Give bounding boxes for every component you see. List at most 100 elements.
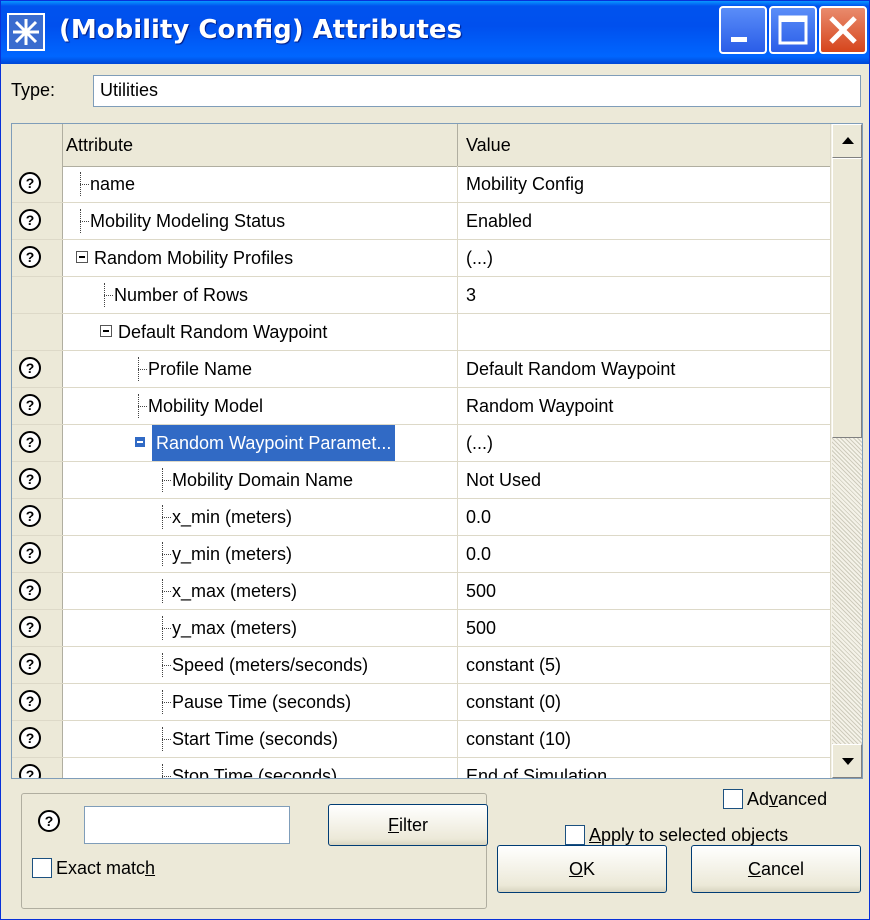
table-row[interactable]: ? Random Mobility Profiles (...) xyxy=(12,240,830,277)
attribute-cell[interactable]: Profile Name xyxy=(62,351,458,387)
help-icon[interactable]: ? xyxy=(19,653,41,675)
help-icon[interactable]: ? xyxy=(19,690,41,712)
value-cell[interactable]: (...) xyxy=(458,425,830,461)
value-cell[interactable]: constant (0) xyxy=(458,684,830,720)
table-row[interactable]: ? Stop Time (seconds) End of Simulation xyxy=(12,758,830,779)
apply-selected-key: A xyxy=(589,825,602,845)
table-row[interactable]: ? Speed (meters/seconds) constant (5) xyxy=(12,647,830,684)
row-help-cell: ? xyxy=(12,166,63,202)
tree-connector xyxy=(158,499,172,535)
table-row[interactable]: ? x_min (meters) 0.0 xyxy=(12,499,830,536)
table-row[interactable]: ? name Mobility Config xyxy=(12,166,830,203)
attribute-name: x_max (meters) xyxy=(172,581,298,601)
collapse-icon[interactable] xyxy=(76,251,88,263)
attribute-cell[interactable]: Stop Time (seconds) xyxy=(62,758,458,779)
scroll-thumb[interactable] xyxy=(832,158,862,438)
attribute-cell[interactable]: x_max (meters) xyxy=(62,573,458,609)
value-cell[interactable]: 500 xyxy=(458,573,830,609)
table-row[interactable]: ? Profile Name Default Random Waypoint xyxy=(12,351,830,388)
value-cell[interactable]: Mobility Config xyxy=(458,166,830,202)
table-row[interactable]: ? Mobility Model Random Waypoint xyxy=(12,388,830,425)
table-row[interactable]: ? Start Time (seconds) constant (10) xyxy=(12,721,830,758)
table-row[interactable]: ? Mobility Domain Name Not Used xyxy=(12,462,830,499)
title-bar[interactable]: (Mobility Config) Attributes xyxy=(1,1,869,64)
filter-input[interactable] xyxy=(84,806,290,844)
help-icon[interactable]: ? xyxy=(19,616,41,638)
value-cell[interactable]: Random Waypoint xyxy=(458,388,830,424)
cancel-key: C xyxy=(747,859,761,879)
attribute-name: Stop Time (seconds) xyxy=(172,766,338,779)
value-cell[interactable]: Enabled xyxy=(458,203,830,239)
scroll-up-button[interactable] xyxy=(832,124,862,158)
maximize-button[interactable] xyxy=(769,6,817,54)
apply-selected-label[interactable]: Apply to selected objects xyxy=(589,825,788,846)
advanced-checkbox[interactable] xyxy=(723,789,743,809)
value-cell[interactable]: constant (5) xyxy=(458,647,830,683)
help-icon[interactable]: ? xyxy=(19,542,41,564)
attribute-cell[interactable]: name xyxy=(62,166,458,202)
attribute-name: y_min (meters) xyxy=(172,544,293,564)
minimize-button[interactable] xyxy=(719,6,767,54)
attribute-cell[interactable]: Start Time (seconds) xyxy=(62,721,458,757)
value-cell[interactable]: Default Random Waypoint xyxy=(458,351,830,387)
vertical-scrollbar[interactable] xyxy=(830,124,862,778)
help-icon[interactable]: ? xyxy=(19,505,41,527)
cancel-button[interactable]: Cancel xyxy=(691,845,861,893)
table-row[interactable]: ? Mobility Modeling Status Enabled xyxy=(12,203,830,240)
value-cell[interactable] xyxy=(458,314,830,350)
close-button[interactable] xyxy=(819,6,867,54)
tree-connector xyxy=(76,203,90,239)
table-row[interactable]: Number of Rows 3 xyxy=(12,277,830,314)
table-row[interactable]: ? y_max (meters) 500 xyxy=(12,610,830,647)
filter-button[interactable]: Filter xyxy=(328,804,488,846)
help-icon[interactable]: ? xyxy=(19,727,41,749)
apply-selected-checkbox[interactable] xyxy=(565,825,585,845)
tree-connector xyxy=(76,166,90,202)
table-row[interactable]: ? x_max (meters) 500 xyxy=(12,573,830,610)
attribute-cell[interactable]: Pause Time (seconds) xyxy=(62,684,458,720)
attribute-cell[interactable]: Mobility Domain Name xyxy=(62,462,458,498)
ok-button[interactable]: OK xyxy=(497,845,667,893)
help-icon[interactable]: ? xyxy=(19,579,41,601)
scroll-track[interactable] xyxy=(832,438,862,744)
table-row[interactable]: ? Pause Time (seconds) constant (0) xyxy=(12,684,830,721)
attribute-cell[interactable]: Speed (meters/seconds) xyxy=(62,647,458,683)
exact-match-label[interactable]: Exact match xyxy=(56,858,155,879)
help-icon[interactable]: ? xyxy=(19,431,41,453)
table-row[interactable]: ? Random Waypoint Paramet... (...) xyxy=(12,425,830,462)
collapse-icon[interactable] xyxy=(100,325,112,337)
attribute-cell[interactable]: Mobility Model xyxy=(62,388,458,424)
help-icon[interactable]: ? xyxy=(19,394,41,416)
header-value[interactable]: Value xyxy=(458,124,830,166)
help-icon[interactable]: ? xyxy=(19,172,41,194)
collapse-icon[interactable] xyxy=(134,436,146,448)
help-icon[interactable]: ? xyxy=(38,810,60,832)
exact-match-checkbox[interactable] xyxy=(32,858,52,878)
help-icon[interactable]: ? xyxy=(19,357,41,379)
value-cell[interactable]: Not Used xyxy=(458,462,830,498)
value-cell[interactable]: 500 xyxy=(458,610,830,646)
advanced-label[interactable]: Advanced xyxy=(747,789,827,810)
attribute-cell[interactable]: Number of Rows xyxy=(62,277,458,313)
attribute-cell[interactable]: x_min (meters) xyxy=(62,499,458,535)
value-cell[interactable]: 3 xyxy=(458,277,830,313)
header-attribute[interactable]: Attribute xyxy=(62,124,458,166)
help-icon[interactable]: ? xyxy=(19,246,41,268)
attribute-cell[interactable]: y_min (meters) xyxy=(62,536,458,572)
value-cell[interactable]: 0.0 xyxy=(458,536,830,572)
table-row[interactable]: Default Random Waypoint xyxy=(12,314,830,351)
value-cell[interactable]: (...) xyxy=(458,240,830,276)
help-icon[interactable]: ? xyxy=(19,209,41,231)
value-cell[interactable]: constant (10) xyxy=(458,721,830,757)
attribute-cell[interactable]: Random Mobility Profiles xyxy=(62,240,458,276)
table-row[interactable]: ? y_min (meters) 0.0 xyxy=(12,536,830,573)
attribute-cell[interactable]: Random Waypoint Paramet... xyxy=(62,425,458,461)
value-cell[interactable]: End of Simulation xyxy=(458,758,830,778)
value-cell[interactable]: 0.0 xyxy=(458,499,830,535)
help-icon[interactable]: ? xyxy=(19,468,41,490)
attribute-cell[interactable]: Mobility Modeling Status xyxy=(62,203,458,239)
attribute-cell[interactable]: Default Random Waypoint xyxy=(62,314,458,350)
help-icon[interactable]: ? xyxy=(19,764,41,778)
attribute-cell[interactable]: y_max (meters) xyxy=(62,610,458,646)
scroll-down-button[interactable] xyxy=(832,744,862,778)
